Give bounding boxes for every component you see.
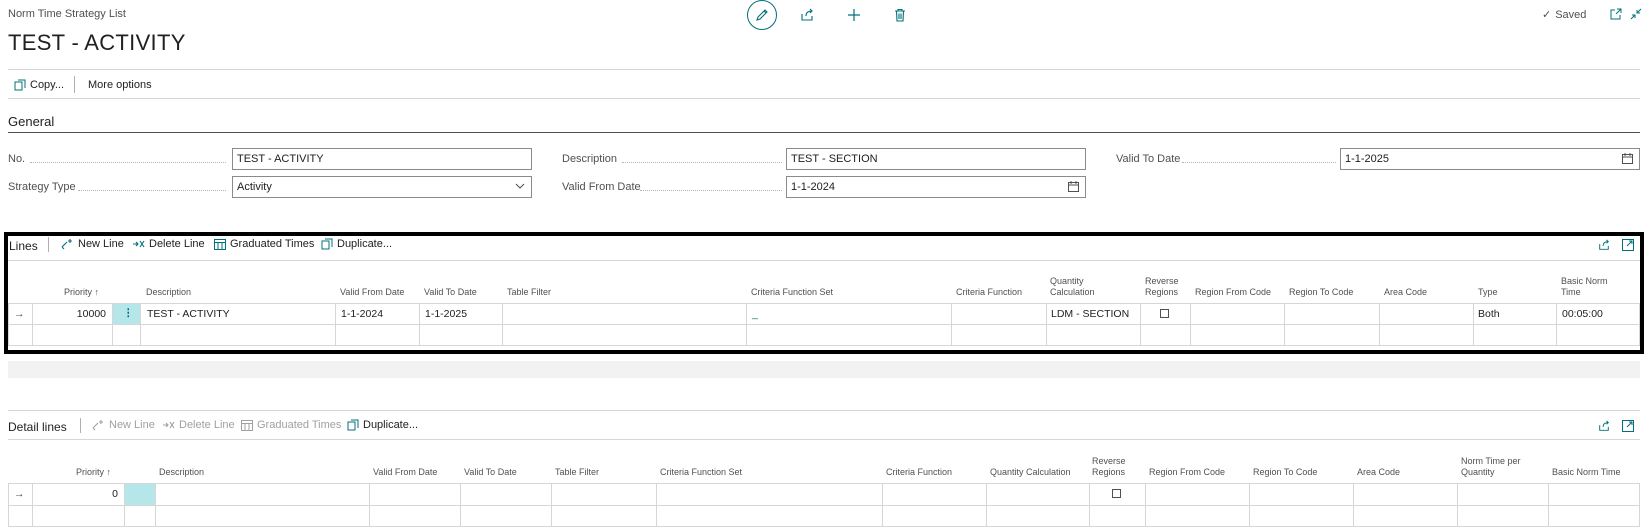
detail-selected-cell[interactable]	[125, 484, 155, 505]
collapse-icon[interactable]	[1628, 6, 1644, 22]
row-menu-icon[interactable]: ⋮	[123, 307, 134, 319]
delete-line-icon	[132, 238, 145, 250]
lines-col-reverse-regions[interactable]: Reverse Regions	[1145, 276, 1189, 298]
lines-col-region-to[interactable]: Region To Code	[1289, 287, 1353, 298]
page-title: TEST - ACTIVITY	[8, 30, 186, 55]
lines-col-valid-from[interactable]: Valid From Date	[340, 287, 404, 298]
detail-lines-title[interactable]: Detail lines	[8, 420, 67, 434]
valid-to-date-label: Valid To Date	[1116, 153, 1181, 165]
detail-duplicate-button[interactable]: Duplicate...	[347, 419, 418, 431]
lines-col-criteria-function[interactable]: Criteria Function	[956, 287, 1022, 298]
detail-share-icon[interactable]	[1596, 418, 1612, 434]
table-icon	[214, 238, 226, 250]
new-line-icon	[61, 238, 74, 250]
lines-row-quantity-calculation[interactable]: LDM - SECTION	[1051, 308, 1129, 320]
lines-share-icon[interactable]	[1596, 237, 1612, 253]
trash-icon[interactable]	[891, 6, 909, 24]
general-section-title[interactable]: General	[8, 114, 54, 129]
detail-col-basic-norm-time[interactable]: Basic Norm Time	[1552, 467, 1621, 478]
copy-button[interactable]: Copy...	[14, 79, 64, 91]
strategy-type-select[interactable]: Activity	[232, 176, 532, 198]
lines-row-criteria-function-set[interactable]: _	[752, 308, 758, 320]
description-label: Description	[562, 153, 618, 165]
detail-col-description[interactable]: Description	[159, 467, 204, 478]
lines-row-type[interactable]: Both	[1478, 308, 1500, 320]
lines-col-description[interactable]: Description	[146, 287, 191, 298]
open-new-window-icon[interactable]	[1608, 6, 1624, 22]
detail-expand-icon[interactable]	[1620, 418, 1636, 434]
lines-footer-band	[8, 361, 1640, 378]
share-icon[interactable]	[798, 6, 816, 24]
more-options-button[interactable]: More options	[88, 79, 152, 91]
lines-col-basic-norm-time[interactable]: Basic Norm Time	[1561, 276, 1621, 298]
lines-expand-icon[interactable]	[1620, 237, 1636, 253]
lines-delete-line-button[interactable]: Delete Line	[132, 238, 205, 250]
chevron-down-icon	[515, 181, 525, 191]
detail-col-criteria-function[interactable]: Criteria Function	[886, 467, 952, 478]
lines-col-table-filter[interactable]: Table Filter	[507, 287, 551, 298]
lines-col-valid-to[interactable]: Valid To Date	[424, 287, 477, 298]
lines-col-area-code[interactable]: Area Code	[1384, 287, 1427, 298]
lines-row-description[interactable]: TEST - ACTIVITY	[147, 308, 230, 320]
detail-col-area-code[interactable]: Area Code	[1357, 467, 1400, 478]
lines-graduated-times-button[interactable]: Graduated Times	[214, 238, 314, 250]
detail-new-line-button[interactable]: New Line	[92, 419, 155, 431]
lines-new-line-button[interactable]: New Line	[61, 238, 124, 250]
detail-col-priority[interactable]: Priority ↑	[76, 467, 111, 478]
detail-col-criteria-function-set[interactable]: Criteria Function Set	[660, 467, 742, 478]
new-line-icon	[92, 419, 105, 431]
no-label: No.	[8, 153, 26, 165]
lines-row-reverse-regions-checkbox[interactable]	[1160, 309, 1169, 318]
lines-title[interactable]: Lines	[9, 239, 38, 253]
detail-col-valid-to[interactable]: Valid To Date	[464, 467, 517, 478]
lines-duplicate-button[interactable]: Duplicate...	[321, 238, 392, 250]
detail-col-region-from[interactable]: Region From Code	[1149, 467, 1225, 478]
detail-col-reverse-regions[interactable]: Reverse Regions	[1092, 456, 1136, 478]
lines-col-quantity-calculation[interactable]: Quantity Calculation	[1050, 276, 1110, 298]
row-arrow-icon: →	[14, 488, 25, 500]
detail-row-reverse-regions-checkbox[interactable]	[1112, 489, 1121, 498]
detail-col-valid-from[interactable]: Valid From Date	[373, 467, 437, 478]
lines-row-valid-to[interactable]: 1-1-2025	[425, 308, 467, 320]
saved-status: ✓ Saved	[1542, 8, 1587, 22]
copy-icon	[14, 79, 26, 91]
pencil-edit-icon[interactable]	[747, 0, 777, 30]
lines-col-priority[interactable]: Priority ↑	[64, 287, 99, 298]
valid-to-date-field[interactable]: 1-1-2025	[1340, 148, 1640, 170]
detail-col-quantity-calculation[interactable]: Quantity Calculation	[990, 467, 1071, 478]
table-icon	[241, 419, 253, 431]
copy-icon	[321, 238, 333, 250]
lines-row-valid-from[interactable]: 1-1-2024	[341, 308, 383, 320]
detail-delete-line-button[interactable]: Delete Line	[162, 419, 235, 431]
detail-graduated-times-button[interactable]: Graduated Times	[241, 419, 341, 431]
calendar-icon[interactable]	[1622, 153, 1633, 164]
detail-col-table-filter[interactable]: Table Filter	[555, 467, 599, 478]
lines-row-basic-norm-time[interactable]: 00:05:00	[1562, 308, 1603, 320]
detail-row-priority[interactable]: 0	[40, 488, 118, 500]
lines-col-criteria-function-set[interactable]: Criteria Function Set	[751, 287, 833, 298]
calendar-icon[interactable]	[1068, 181, 1079, 192]
detail-col-norm-time-per-quantity[interactable]: Norm Time per Quantity	[1461, 456, 1537, 478]
delete-line-icon	[162, 419, 175, 431]
row-arrow-icon: →	[14, 308, 25, 320]
checkmark-icon: ✓	[1542, 9, 1552, 21]
strategy-type-label: Strategy Type	[8, 181, 76, 193]
valid-from-date-field[interactable]: 1-1-2024	[786, 176, 1086, 198]
no-field[interactable]: TEST - ACTIVITY	[232, 148, 532, 170]
detail-col-region-to[interactable]: Region To Code	[1253, 467, 1317, 478]
lines-row-priority[interactable]: 10000	[40, 308, 106, 320]
lines-col-region-from[interactable]: Region From Code	[1195, 287, 1271, 298]
breadcrumb[interactable]: Norm Time Strategy List	[8, 8, 126, 20]
lines-col-type[interactable]: Type	[1478, 287, 1498, 298]
plus-icon[interactable]	[845, 6, 863, 24]
description-field[interactable]: TEST - SECTION	[786, 148, 1086, 170]
copy-icon	[347, 419, 359, 431]
valid-from-date-label: Valid From Date	[562, 181, 641, 193]
